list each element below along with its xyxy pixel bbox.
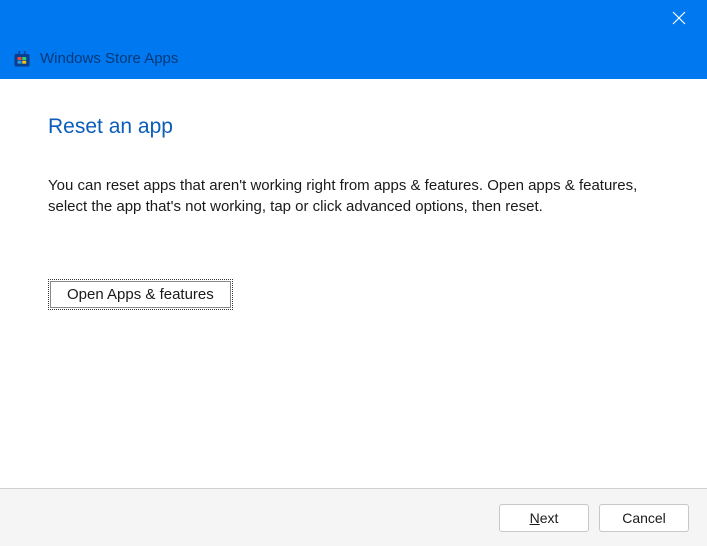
next-button[interactable]: Next [499,504,589,532]
wizard-footer: Next Cancel [0,488,707,546]
store-app-icon [14,51,30,67]
page-title: Reset an app [48,115,659,139]
page-description: You can reset apps that aren't working r… [48,175,659,217]
cancel-button[interactable]: Cancel [599,504,689,532]
title-bar: Windows Store Apps [0,0,707,79]
next-mnemonic: N [530,510,540,526]
close-button[interactable] [663,6,695,34]
window-title: Windows Store Apps [40,50,178,67]
main-content: Reset an app You can reset apps that are… [0,79,707,488]
close-icon [672,11,686,30]
next-rest: ext [540,510,559,526]
title-bar-content: Windows Store Apps [14,50,178,67]
open-apps-features-button[interactable]: Open Apps & features [48,279,233,310]
